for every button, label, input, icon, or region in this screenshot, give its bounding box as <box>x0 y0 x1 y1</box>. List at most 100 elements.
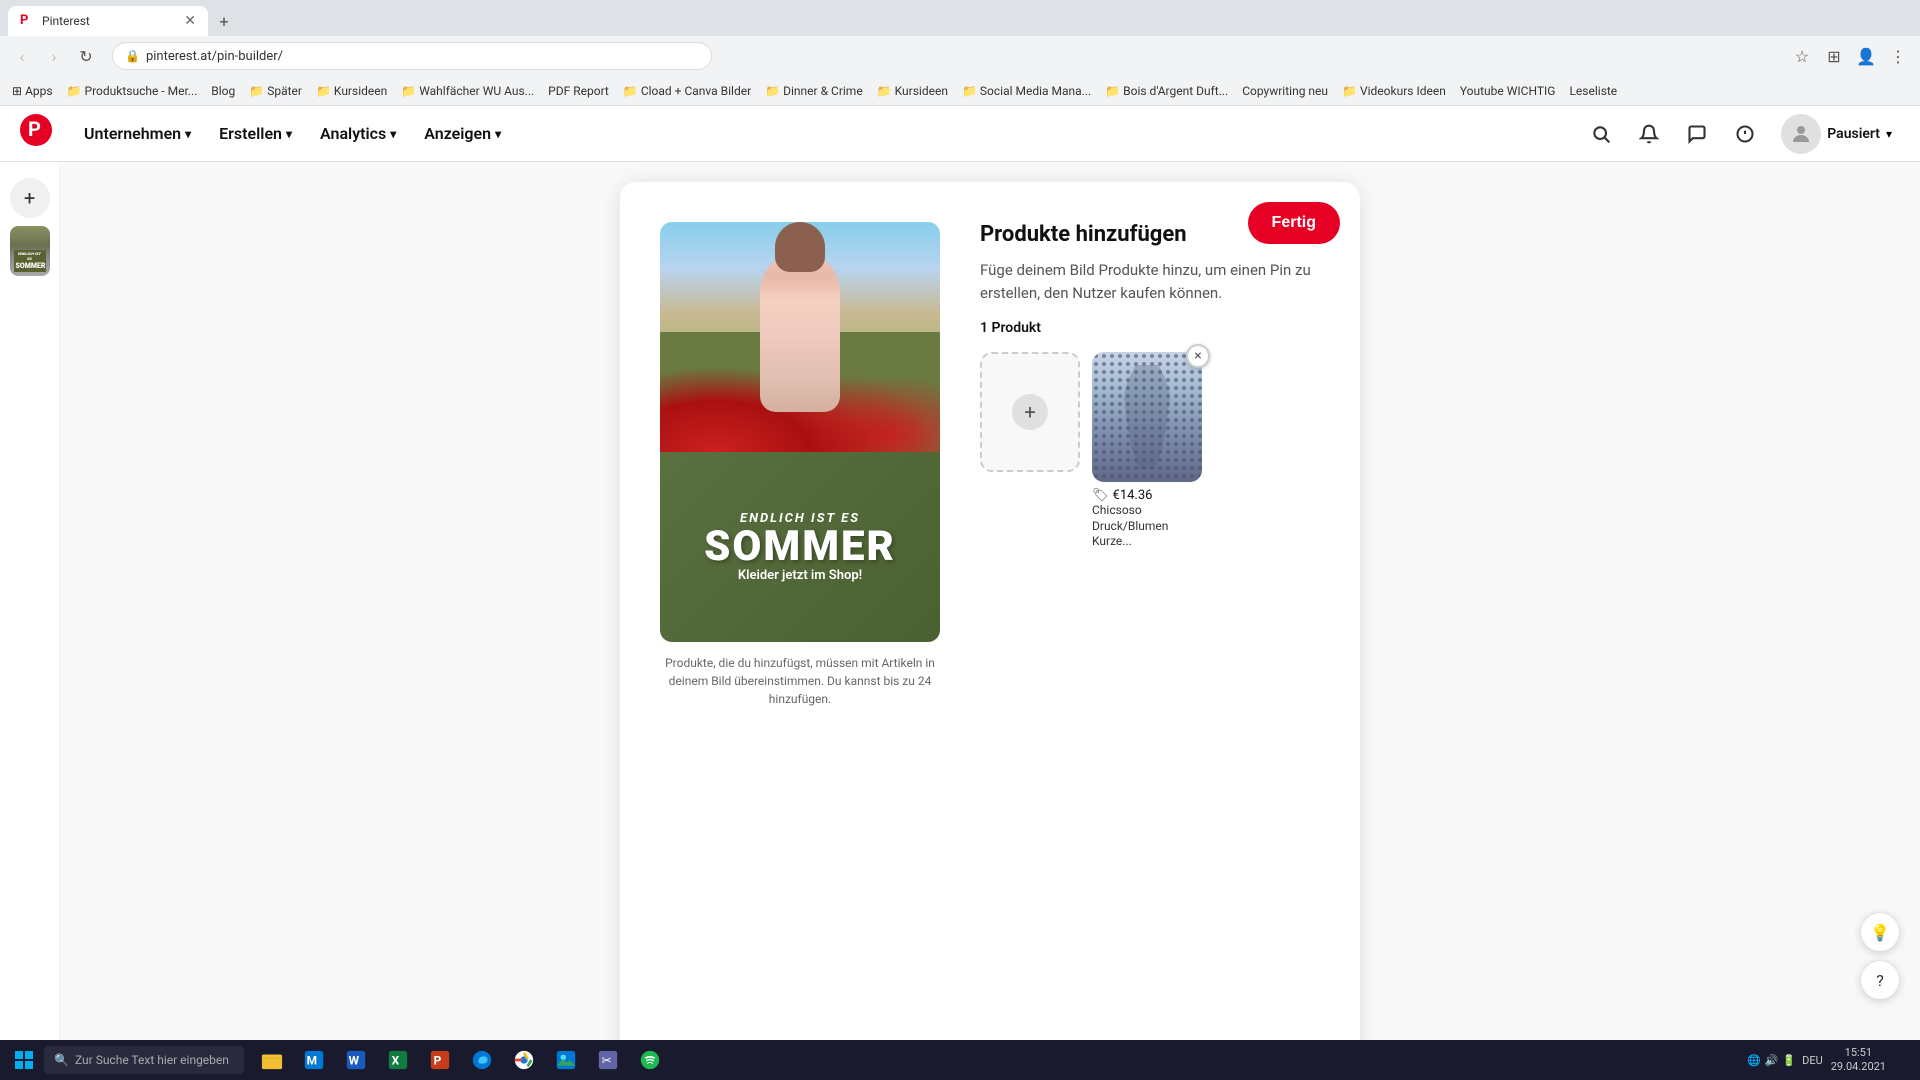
bookmark-pdf[interactable]: PDF Report <box>544 82 613 100</box>
product-slot-item[interactable]: × <box>1092 352 1202 550</box>
sidebar-add-button[interactable]: + <box>10 178 50 218</box>
search-button[interactable] <box>1581 114 1621 154</box>
new-tab-button[interactable]: + <box>210 7 238 35</box>
price-tag-icon: 🏷 <box>1092 488 1109 503</box>
pin-builder-right: Produkte hinzufügen Füge deinem Bild Pro… <box>940 222 1320 708</box>
taskbar-excel[interactable]: X <box>378 1040 418 1080</box>
bookmark-wahlfacher[interactable]: 📁 Wahlfächer WU Aus... <box>397 82 538 100</box>
question-icon: ? <box>1876 971 1884 990</box>
pin-text-sub: Kleider jetzt im Shop! <box>738 568 862 583</box>
volume-icon: 🔊 <box>1765 1054 1779 1067</box>
sidebar-pin-thumbnail[interactable]: ENDLICH IST ES SOMMER <box>10 226 50 276</box>
bookmark-folder-icon7: 📁 <box>877 84 892 98</box>
main-content: + ENDLICH IST ES SOMMER Fertig <box>0 162 1920 1080</box>
nav-unternehmen[interactable]: Unternehmen ▾ <box>72 116 203 151</box>
taskbar-edge[interactable] <box>462 1040 502 1080</box>
apps-icon: ⊞ <box>12 84 22 98</box>
bookmark-star-button[interactable]: ☆ <box>1788 42 1816 70</box>
messages-button[interactable] <box>1677 114 1717 154</box>
taskbar-snip[interactable]: ✂ <box>588 1040 628 1080</box>
bookmark-dinner[interactable]: 📁 Dinner & Crime <box>761 82 867 100</box>
bookmark-produktsuche[interactable]: 📁 Produktsuche - Mer... <box>63 82 202 100</box>
bookmark-später[interactable]: 📁 Später <box>245 82 306 100</box>
bookmark-kursideen1[interactable]: 📁 Kursideen <box>312 82 391 100</box>
bookmark-folder-icon2: 📁 <box>249 84 264 98</box>
avatar-button[interactable]: Pausiert ▾ <box>1773 110 1900 158</box>
start-button[interactable] <box>8 1044 40 1076</box>
add-product-icon: + <box>1012 394 1048 430</box>
pinterest-favicon: P <box>20 13 36 29</box>
pinterest-logo[interactable]: P <box>20 114 52 154</box>
tab-close-button[interactable]: ✕ <box>184 13 196 29</box>
bookmark-apps[interactable]: ⊞ Apps <box>8 82 57 100</box>
taskbar-spotify[interactable] <box>630 1040 670 1080</box>
taskbar-word[interactable]: W <box>336 1040 376 1080</box>
clock-time: 15:51 <box>1831 1046 1886 1060</box>
bookmark-youtube[interactable]: Youtube WICHTIG <box>1456 82 1560 100</box>
bookmark-canva[interactable]: 📁 Cload + Canva Bilder <box>619 82 755 100</box>
svg-text:P: P <box>28 117 41 141</box>
tips-button[interactable]: 💡 <box>1860 912 1900 952</box>
settings-button[interactable]: ⋮ <box>1884 42 1912 70</box>
bookmark-social[interactable]: 📁 Social Media Mana... <box>958 82 1095 100</box>
taskbar-file-explorer[interactable] <box>252 1040 292 1080</box>
avatar <box>1781 114 1821 154</box>
taskbar-right: 🌐 🔊 🔋 DEU 15:51 29.04.2021 <box>1747 1046 1912 1075</box>
taskbar-powerpoint[interactable]: P <box>420 1040 460 1080</box>
product-count: 1 Produkt <box>980 320 1320 336</box>
bookmark-blog[interactable]: Blog <box>207 82 239 100</box>
address-bar[interactable]: 🔒 pinterest.at/pin-builder/ <box>112 42 712 70</box>
svg-text:✂: ✂ <box>602 1054 612 1068</box>
add-product-slot-button[interactable]: + <box>980 352 1080 472</box>
bookmark-folder-icon: 📁 <box>67 84 82 98</box>
browser-tab-active[interactable]: P Pinterest ✕ <box>8 6 208 36</box>
extensions-button[interactable]: ⊞ <box>1820 42 1848 70</box>
bookmark-folder-icon9: 📁 <box>1105 84 1120 98</box>
pin-footer-text: Produkte, die du hinzufügst, müssen mit … <box>660 654 940 708</box>
pin-builder-layout: ENDLICH IST ES SOMMER Kleider jetzt im S… <box>660 222 1320 708</box>
svg-text:M: M <box>307 1054 317 1068</box>
taskbar-icons: M W X P ✂ <box>252 1040 670 1080</box>
svg-text:W: W <box>349 1054 360 1068</box>
remove-product-button[interactable]: × <box>1186 344 1210 368</box>
account-status-label: Pausiert <box>1827 126 1880 142</box>
bookmark-bois[interactable]: 📁 Bois d'Argent Duft... <box>1101 82 1232 100</box>
notifications-corner[interactable] <box>1892 1050 1912 1070</box>
nav-anzeigen[interactable]: Anzeigen ▾ <box>412 116 513 151</box>
bookmark-folder-icon10: 📁 <box>1342 84 1357 98</box>
alerts-button[interactable] <box>1725 114 1765 154</box>
taskbar-chrome[interactable] <box>504 1040 544 1080</box>
nav-erstellen[interactable]: Erstellen ▾ <box>207 116 304 151</box>
language-label: DEU <box>1802 1054 1823 1067</box>
search-icon: 🔍 <box>54 1053 69 1067</box>
pin-image-bottom: ENDLICH IST ES SOMMER Kleider jetzt im S… <box>660 452 940 642</box>
pin-image: ENDLICH IST ES SOMMER Kleider jetzt im S… <box>660 222 940 642</box>
fertig-button[interactable]: Fertig <box>1248 202 1340 244</box>
bookmark-folder-icon8: 📁 <box>962 84 977 98</box>
chevron-down-icon2: ▾ <box>286 127 292 141</box>
bookmark-videokurs[interactable]: 📁 Videokurs Ideen <box>1338 82 1450 100</box>
pinterest-header: P Unternehmen ▾ Erstellen ▾ Analytics ▾ … <box>0 106 1920 162</box>
bookmark-kursideen2[interactable]: 📁 Kursideen <box>873 82 952 100</box>
avatar-chevron-icon: ▾ <box>1886 127 1892 141</box>
help-button[interactable]: ? <box>1860 960 1900 1000</box>
svg-text:X: X <box>392 1054 400 1068</box>
nav-analytics[interactable]: Analytics ▾ <box>308 116 408 151</box>
bookmark-copywriting[interactable]: Copywriting neu <box>1238 82 1332 100</box>
taskbar-search[interactable]: 🔍 Zur Suche Text hier eingeben <box>44 1046 244 1074</box>
reload-button[interactable]: ↻ <box>72 42 100 70</box>
bookmark-folder-icon3: 📁 <box>316 84 331 98</box>
notifications-button[interactable] <box>1629 114 1669 154</box>
profile-button[interactable]: 👤 <box>1852 42 1880 70</box>
sidebar: + ENDLICH IST ES SOMMER <box>0 162 60 1080</box>
bookmarks-bar: ⊞ Apps 📁 Produktsuche - Mer... Blog 📁 Sp… <box>0 76 1920 106</box>
chevron-down-icon3: ▾ <box>390 127 396 141</box>
bookmark-leseliste[interactable]: Leseliste <box>1565 82 1621 100</box>
back-button[interactable]: ‹ <box>8 42 36 70</box>
svg-text:P: P <box>434 1054 442 1068</box>
taskbar-store[interactable]: M <box>294 1040 334 1080</box>
forward-button[interactable]: › <box>40 42 68 70</box>
chevron-down-icon: ▾ <box>185 127 191 141</box>
pin-builder-card: Fertig <box>620 182 1360 1060</box>
taskbar-photos[interactable] <box>546 1040 586 1080</box>
